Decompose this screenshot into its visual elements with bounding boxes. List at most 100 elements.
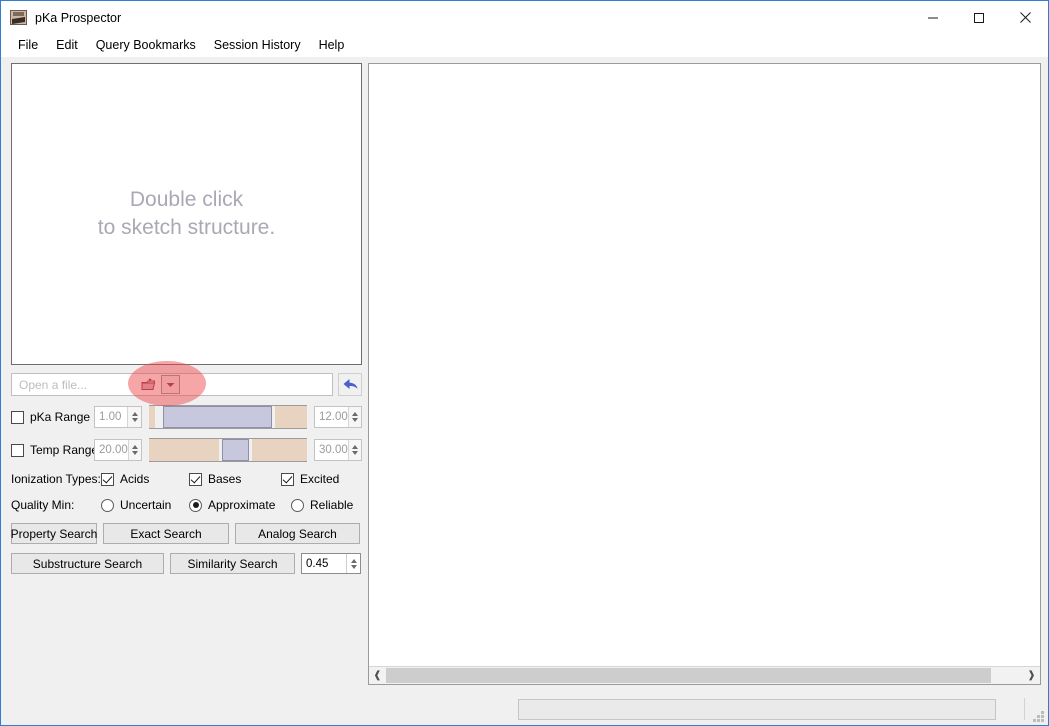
sketch-placeholder-text: Double click to sketch structure. [97,188,276,239]
structure-sketch-area[interactable]: Double click to sketch structure. [11,63,362,365]
menu-item-file[interactable]: File [9,36,47,54]
pka-range-checkbox[interactable]: pKa Range [11,410,94,424]
results-canvas[interactable] [369,64,1040,666]
chevron-down-icon [166,383,175,387]
reliable-radio [291,498,304,512]
main-content: Double click to sketch structure. Open a… [1,57,1048,725]
pka-slider-gap-left [155,406,164,428]
stepper-up-icon [351,412,358,416]
menu-item-session-history[interactable]: Session History [205,36,310,54]
excited-checkbox [281,472,294,486]
stepper-up-icon [350,558,357,563]
menu-item-query-bookmarks[interactable]: Query Bookmarks [87,36,205,54]
scrollbar-track[interactable] [386,667,1023,684]
quality-min-row: Quality Min: Uncertain Approximate Relia… [11,496,362,514]
temp-slider-selection[interactable] [221,439,249,461]
pka-min-stepper[interactable] [127,407,141,427]
pka-max-value: 12.00 [319,411,348,423]
menu-item-help[interactable]: Help [310,36,354,54]
uncertain-label: Uncertain [120,498,172,512]
quality-option-reliable[interactable]: Reliable [291,498,353,512]
temp-range-row: Temp Range 20.00 30.00 [11,438,362,462]
chevron-left-icon[interactable]: ❰ [369,667,386,684]
property-search-button[interactable]: Property Search [11,523,97,544]
ionization-types-label: Ionization Types: [11,472,101,486]
analog-search-button[interactable]: Analog Search [235,523,360,544]
similarity-threshold-value: 0.45 [306,557,329,570]
title-bar: pKa Prospector [1,1,1048,34]
temp-range-checkbox[interactable]: Temp Range [11,443,98,457]
file-dropdown-button[interactable] [161,375,180,394]
pka-max-spinbox[interactable]: 12.00 [314,406,362,428]
pka-slider-selection[interactable] [163,406,273,428]
search-buttons-row-1: Property Search Exact Search Analog Sear… [11,523,362,544]
temp-range-slider[interactable] [149,438,307,462]
close-icon [1019,12,1031,23]
pka-range-label: pKa Range [30,410,91,424]
uncertain-radio [101,498,114,512]
status-separator [1024,698,1025,720]
stepper-down-icon [131,451,138,455]
excited-label: Excited [300,472,340,486]
close-button[interactable] [1002,1,1048,34]
pka-range-row: pKa Range 1.00 12.00 [11,405,362,429]
resize-grip-icon[interactable] [1032,710,1044,722]
pka-max-stepper[interactable] [347,407,361,427]
temp-max-spinbox[interactable]: 30.00 [314,439,362,461]
pka-range-slider[interactable] [149,405,307,429]
temp-slider-lead [149,439,219,461]
maximize-button[interactable] [956,1,1002,34]
approximate-label: Approximate [208,498,276,512]
pka-slider-trail [275,406,307,428]
stepper-down-icon [351,418,358,422]
ionization-types-row: Ionization Types: Acids Bases Excited [11,470,362,488]
folder-open-button[interactable] [139,375,158,394]
file-open-row [11,361,362,406]
temp-max-stepper[interactable] [347,440,361,460]
status-bar [2,693,1047,725]
results-horizontal-scrollbar[interactable]: ❰ ❱ [369,666,1040,684]
undo-query-button[interactable] [338,373,362,396]
window-controls [910,1,1048,34]
stepper-down-icon [131,418,138,422]
acids-label: Acids [120,472,150,486]
similarity-threshold-stepper[interactable] [346,554,360,573]
substructure-search-button[interactable]: Substructure Search [11,553,164,574]
temp-range-checkbox-box [11,443,24,457]
reliable-label: Reliable [310,498,354,512]
stepper-up-icon [131,412,138,416]
similarity-threshold-spinbox[interactable]: 0.45 [301,553,361,574]
quality-option-uncertain[interactable]: Uncertain [101,498,189,512]
temp-range-label: Temp Range [30,443,99,457]
pka-range-checkbox-box [11,410,24,424]
similarity-search-button[interactable]: Similarity Search [170,553,295,574]
stepper-down-icon [350,564,357,569]
scrollbar-thumb[interactable] [386,668,992,683]
minimize-icon [928,17,938,18]
temp-max-value: 30.00 [319,444,348,456]
ionization-option-bases[interactable]: Bases [189,472,281,486]
pka-min-spinbox[interactable]: 1.00 [94,406,142,428]
maximize-icon [974,12,984,23]
temp-min-value: 20.00 [99,444,128,456]
temp-slider-trail [251,439,307,461]
file-action-buttons [139,375,180,394]
chevron-right-icon[interactable]: ❱ [1023,667,1040,684]
menu-item-edit[interactable]: Edit [47,36,87,54]
exact-search-button[interactable]: Exact Search [103,523,229,544]
pka-app-icon [10,10,27,25]
approximate-radio [189,498,202,512]
ionization-option-excited[interactable]: Excited [281,472,339,486]
window-title: pKa Prospector [35,10,122,25]
minimize-button[interactable] [910,1,956,34]
stepper-up-icon [351,445,358,449]
temp-min-spinbox[interactable]: 20.00 [94,439,142,461]
quality-option-approximate[interactable]: Approximate [189,498,291,512]
folder-open-icon [141,377,156,390]
acids-checkbox [101,472,114,486]
ionization-option-acids[interactable]: Acids [101,472,189,486]
search-buttons-row-2: Substructure Search Similarity Search 0.… [11,553,362,574]
temp-min-stepper[interactable] [127,440,141,460]
stepper-down-icon [351,451,358,455]
pka-min-value: 1.00 [99,411,122,423]
